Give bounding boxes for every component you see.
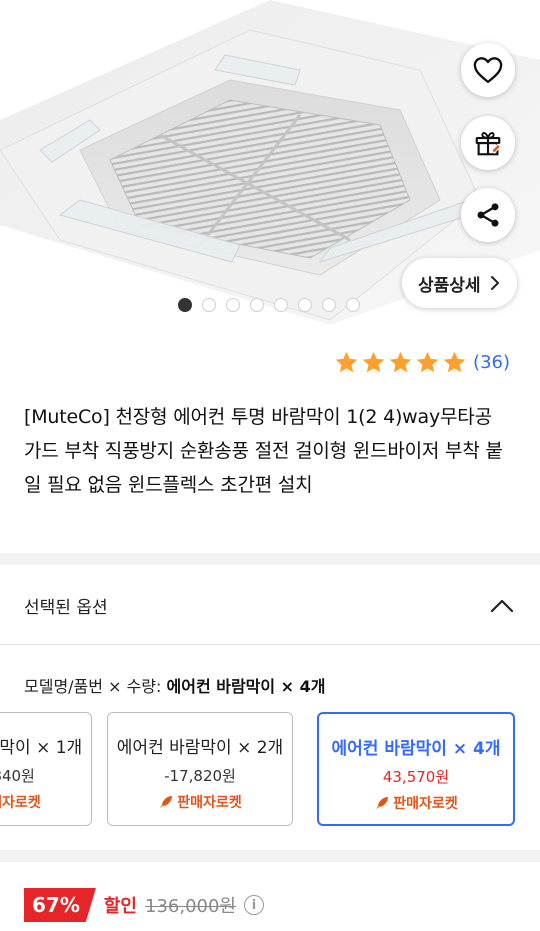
price-row: 67% 할인 136,000원 i [24,888,264,922]
product-image-carousel[interactable]: 상품상세 [0,0,540,332]
carousel-dot[interactable] [298,298,312,312]
option-card-price: 43,570원 [382,768,450,786]
star-icon [389,351,412,373]
product-rating[interactable]: (36) [334,350,510,375]
gift-icon [475,132,502,156]
discount-rate-badge: 67% [24,888,96,922]
chevron-right-icon [490,276,499,290]
option-card-name: 에어컨 바람막이 × 1개 [0,738,83,758]
share-icon [477,203,499,227]
section-divider [0,553,540,565]
carousel-dot[interactable] [178,298,192,312]
share-button[interactable] [461,188,515,242]
option-card-list[interactable]: 에어컨 바람막이 × 1개 -40,840원 판매자로켓 에어컨 바람막이 × … [0,710,540,828]
seller-rocket-badge: 판매자로켓 [108,792,292,812]
option-summary-value: 에어컨 바람막이 × 4개 [166,677,326,696]
review-count[interactable]: (36) [473,352,510,373]
carousel-dot[interactable] [322,298,336,312]
heart-icon [473,57,503,84]
option-card-name: 에어컨 바람막이 × 4개 [331,739,501,759]
gift-button[interactable] [461,116,515,170]
rocket-icon [376,797,389,809]
seller-rocket-badge: 판매자로켓 [319,793,513,813]
carousel-dot[interactable] [226,298,240,312]
carousel-indicator [178,298,360,312]
product-detail-button[interactable]: 상품상세 [402,258,517,308]
info-icon[interactable]: i [244,895,264,915]
chevron-up-icon [490,599,514,612]
option-card-name: 에어컨 바람막이 × 2개 [116,738,284,758]
section-divider [0,850,540,862]
selected-options-label: 선택된 옵션 [24,598,108,618]
option-card[interactable]: 에어컨 바람막이 × 2개 -17,820원 판매자로켓 [107,712,293,826]
star-icon [416,351,439,373]
carousel-dot[interactable] [274,298,288,312]
carousel-dot[interactable] [250,298,264,312]
rating-stars [334,350,467,375]
option-card-price: -17,820원 [164,767,236,785]
wishlist-button[interactable] [461,43,515,97]
carousel-dot[interactable] [202,298,216,312]
carousel-dot[interactable] [346,298,360,312]
original-price: 136,000원 [145,896,236,917]
option-summary-prefix: 모델명/품번 × 수량: [24,677,162,696]
seller-rocket-badge: 판매자로켓 [0,795,41,811]
option-card-selected[interactable]: 에어컨 바람막이 × 4개 43,570원 판매자로켓 [317,712,515,826]
sale-label: 할인 [103,896,137,917]
star-icon [335,351,358,373]
rocket-icon [160,796,173,808]
star-icon [443,351,466,373]
option-card-price: -40,840원 [0,767,35,785]
option-summary: 모델명/품번 × 수량: 에어컨 바람막이 × 4개 [24,673,326,697]
star-icon [362,351,385,373]
option-card[interactable]: 에어컨 바람막이 × 1개 -40,840원 판매자로켓 [0,712,92,826]
product-detail-label: 상품상세 [418,275,481,296]
selected-options-toggle[interactable]: 선택된 옵션 [0,567,540,645]
product-title: [MuteCo] 천장형 에어컨 투명 바람막이 1(2 4)way무타공 가드… [24,406,503,496]
